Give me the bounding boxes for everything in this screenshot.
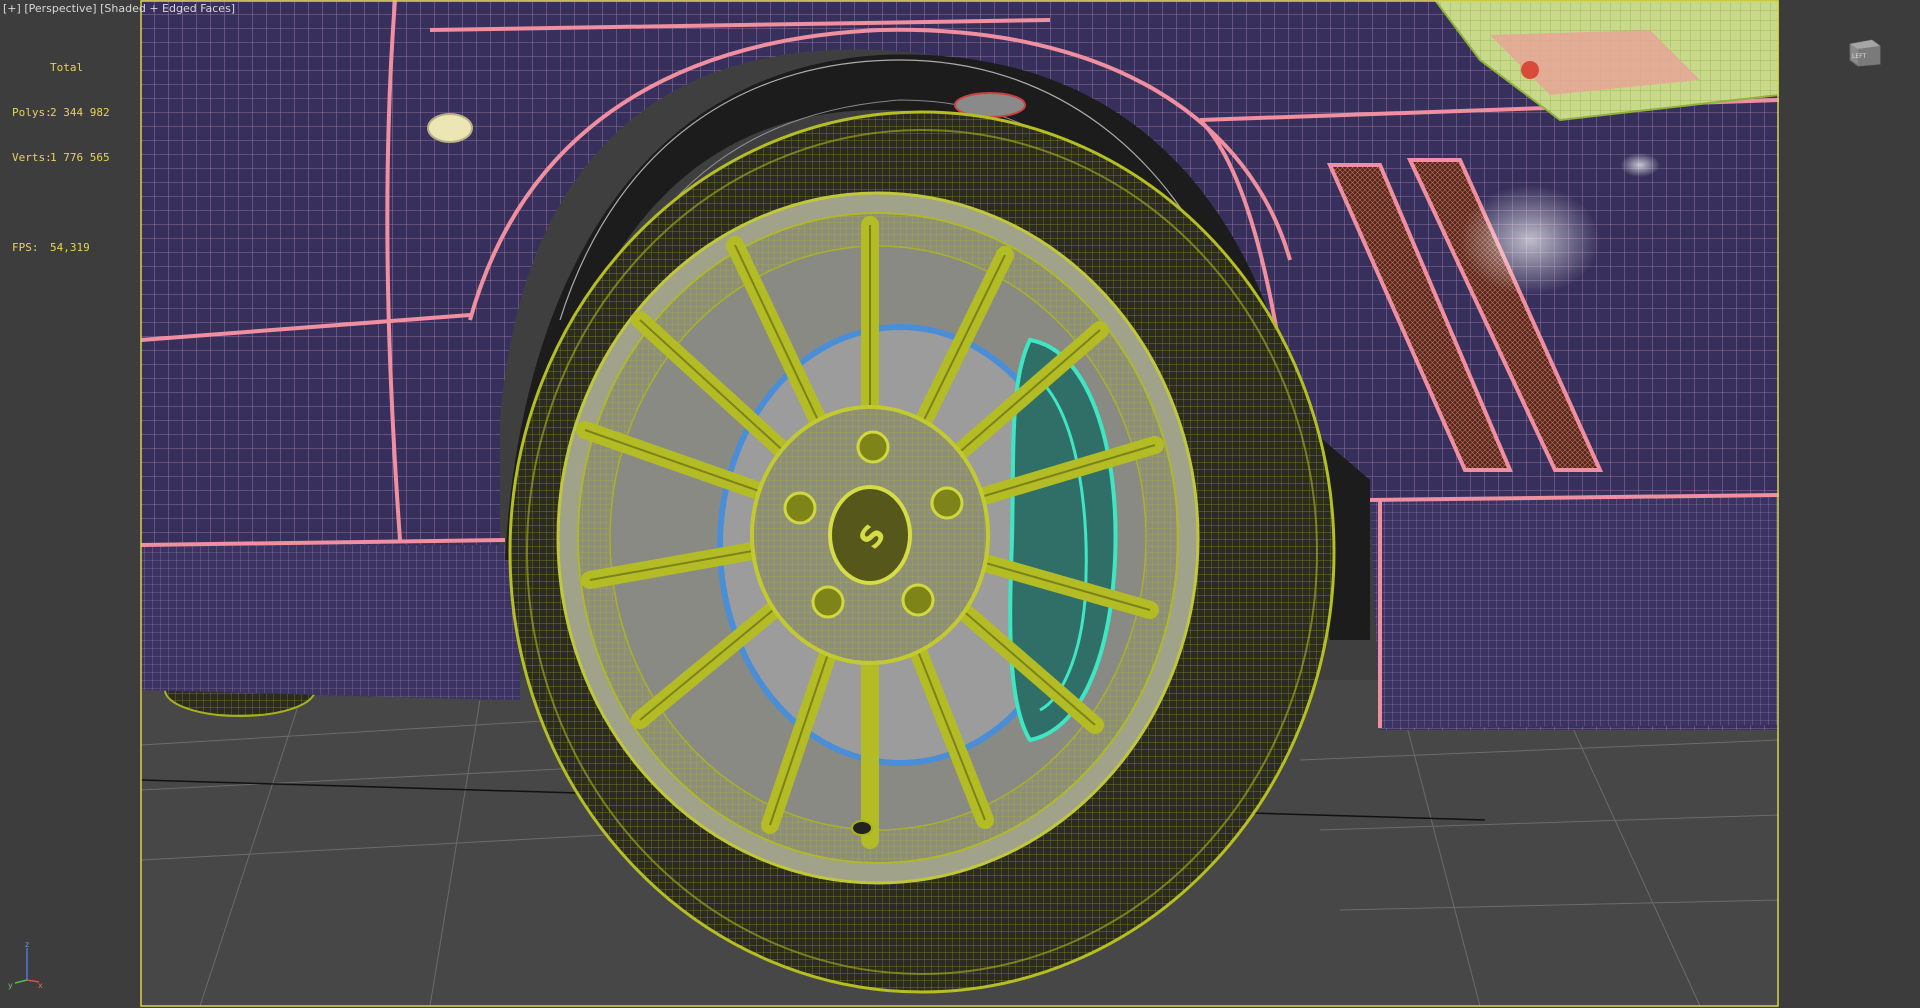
viewcube-face-label: LEFT — [1852, 53, 1866, 60]
polys-value: 2 344 982 — [50, 106, 110, 119]
viewport-label[interactable]: [+] [Perspective] [Shaded + Edged Faces] — [3, 2, 235, 15]
side-marker — [427, 113, 473, 143]
fps-label: FPS: — [12, 241, 39, 254]
perspective-viewport[interactable]: S [+] [Perspective] [Shaded + Edged Face… — [0, 0, 1920, 1008]
viewport-shading-menu[interactable]: [Shaded + Edged Faces] — [100, 2, 235, 15]
axis-tripod: z x y — [5, 940, 45, 990]
verts-label: Verts: — [12, 151, 52, 164]
viewcube[interactable]: LEFT — [1846, 36, 1882, 68]
viewport-render[interactable]: S — [0, 0, 1920, 1008]
axis-x-label: x — [38, 981, 43, 990]
valve-stem — [851, 820, 873, 836]
fps-value: 54,319 — [50, 241, 90, 254]
axis-y-label: y — [8, 981, 13, 990]
polys-label: Polys: — [12, 106, 52, 119]
viewport-view-menu[interactable]: [Perspective] — [24, 2, 96, 15]
stats-header: Total — [50, 61, 84, 74]
verts-value: 1 776 565 — [50, 151, 110, 164]
statistics-overlay: Total Polys: 2 344 982 Verts: 1 776 565 FP… — [12, 30, 110, 270]
axis-z-label: z — [25, 940, 29, 949]
front-wheel: S — [508, 110, 1336, 994]
viewport-menu-button[interactable]: [+] — [3, 2, 21, 15]
